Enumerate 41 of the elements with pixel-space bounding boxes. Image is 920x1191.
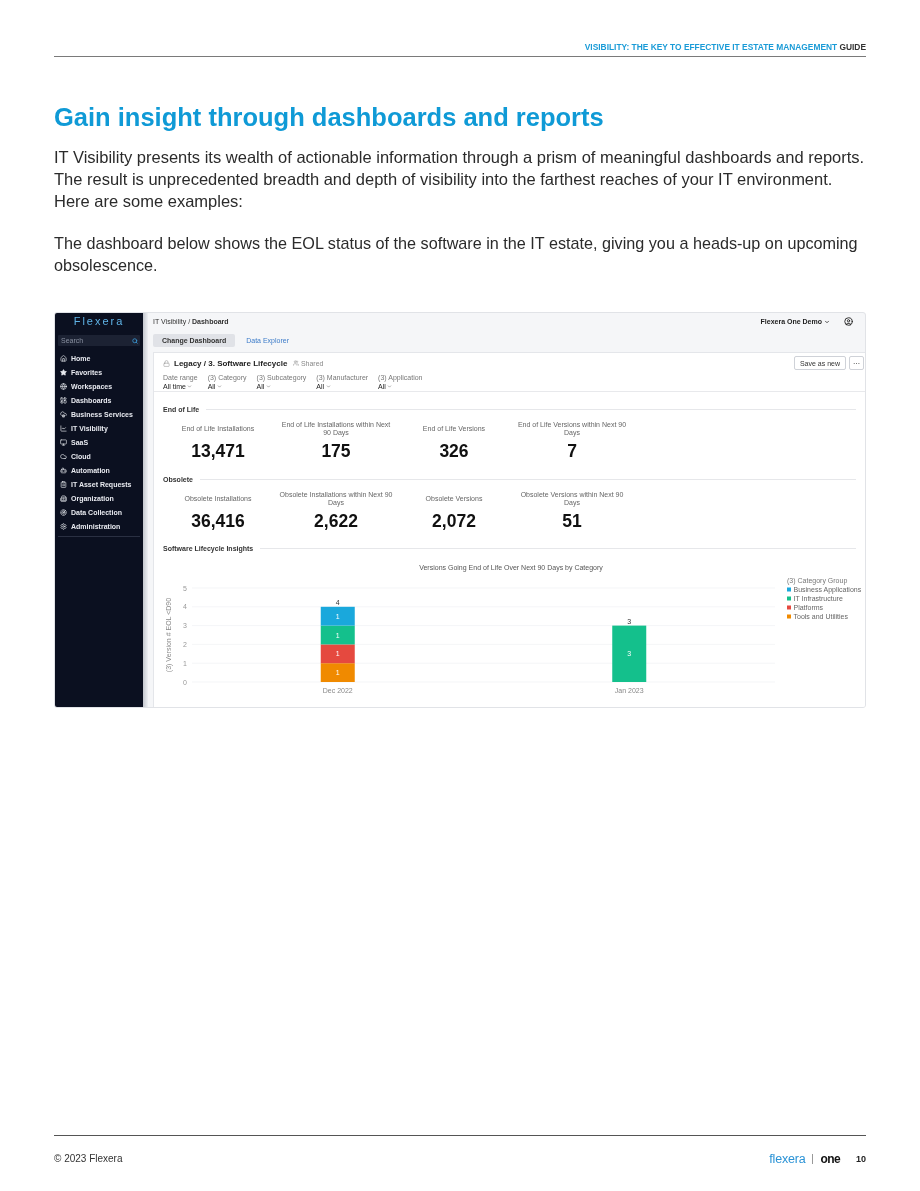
- kpi-value: 13,471: [191, 441, 245, 461]
- logo-wordmark: flexera: [769, 1152, 806, 1166]
- running-header: VISIBILITY: THE KEY TO EFFECTIVE IT ESTATE MANAGEMENT GUIDE: [54, 41, 866, 57]
- logo-wordmark: one: [820, 1152, 840, 1166]
- copyright: © 2023 Flexera: [54, 1153, 123, 1165]
- lock-icon: [163, 359, 170, 367]
- body-paragraph: The dashboard below shows the EOL status of the software in the IT estate, giving you a heads-up on upcoming obsolescence.: [54, 233, 859, 276]
- kpi-value: 36,416: [191, 511, 245, 531]
- kpi-value: 175: [321, 441, 351, 461]
- chevron-down-icon: [387, 384, 393, 389]
- logo-wordmark: Flexera: [72, 314, 126, 329]
- line-chart-icon: [60, 424, 67, 432]
- house-icon: [60, 354, 67, 362]
- dashboard-title: Legacy / 3. Software Lifecycle: [174, 358, 288, 368]
- star-icon: [60, 368, 67, 376]
- clipboard-icon: [60, 480, 67, 488]
- cloud-icon: [60, 452, 67, 460]
- chevron-down-icon: [216, 384, 222, 389]
- body-paragraph: IT Visibility presents its wealth of actionable information through a prism of meaningful dashboards and reports. The result is unprecedented breadth and depth of visibility into the farthest reaches of your IT environment. Here are some examples:: [54, 147, 866, 212]
- monitor-icon: [60, 438, 67, 446]
- radar-icon: [60, 508, 67, 516]
- kpi-value: 2,622: [314, 511, 358, 531]
- chevron-down-icon: [187, 384, 193, 389]
- search-icon: [132, 337, 138, 344]
- chevron-down-icon: [325, 384, 331, 389]
- page-heading: Gain insight through dashboards and reports: [54, 102, 605, 133]
- kpi-value: 2,072: [432, 511, 476, 531]
- settings-icon: [60, 522, 67, 530]
- chevron-down-icon: [824, 318, 830, 325]
- users-icon: [293, 360, 300, 366]
- page-number: 10: [856, 1154, 866, 1164]
- cloud-gear-icon: [60, 410, 67, 418]
- robot-icon: [60, 466, 67, 474]
- building-icon: [60, 494, 67, 502]
- dashboard-grid-icon: [60, 396, 67, 404]
- kpi-value: 326: [439, 441, 469, 461]
- chevron-down-icon: [265, 384, 271, 389]
- globe-icon: [60, 382, 67, 390]
- kpi-value: 7: [567, 441, 577, 461]
- user-avatar-icon[interactable]: [844, 317, 853, 326]
- kpi-value: 51: [562, 511, 582, 531]
